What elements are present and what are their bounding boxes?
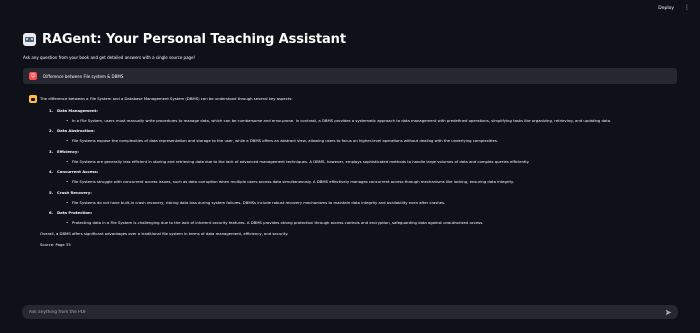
answer-section: 1.Data Management: In a File System, use…	[49, 108, 672, 123]
answer-section: 5.Crash Recovery: File Systems do not ha…	[49, 190, 672, 205]
deploy-button[interactable]: Deploy	[658, 6, 674, 11]
answer-section: 6.Data Protection: Protecting data in a …	[49, 210, 672, 225]
section-body: Protecting data in a File System is chal…	[66, 220, 672, 225]
main-menu-icon[interactable]: ⋮	[684, 5, 690, 11]
section-number: 3.	[49, 148, 54, 154]
section-title: 6. Data Protection:	[49, 210, 672, 215]
answer-section: 4.Concurrent Access: File Systems strugg…	[49, 169, 672, 184]
app-root: Deploy ⋮ RAGent: Your Personal Teaching …	[0, 0, 700, 333]
section-title: 1. Data Management:	[49, 108, 672, 113]
section-number: 4.	[49, 169, 54, 174]
section-title-text: Crash Recovery:	[57, 189, 92, 195]
section-number: 6.	[49, 210, 54, 215]
section-number: 1.	[49, 107, 54, 113]
answer-section: 3.Efficiency: File Systems are generally…	[49, 149, 672, 164]
answer-intro: The difference between a File System and…	[40, 96, 293, 101]
page-subtitle: Ask any question from your book and get …	[23, 55, 196, 60]
section-body: File Systems expose the complexities of …	[66, 138, 672, 143]
section-body: File Systems are generally less efficien…	[66, 159, 672, 164]
user-message-text: Difference between File system & DBMS	[43, 73, 124, 79]
page-title: RAGent: Your Personal Teaching Assistant	[42, 32, 346, 47]
user-message: ☺ Difference between File system & DBMS	[23, 68, 677, 84]
assistant-avatar-icon	[29, 95, 37, 103]
section-number: 5.	[49, 189, 54, 195]
section-title: 5. Crash Recovery:	[49, 190, 672, 195]
section-title-text: Data Protection:	[57, 210, 93, 215]
section-body: In a File System, users must manually wr…	[66, 118, 672, 123]
send-icon[interactable]	[665, 309, 672, 316]
section-title-text: Concurrent Access:	[57, 169, 99, 174]
answer-section: 2.Data Abstraction: File Systems expose …	[49, 128, 672, 143]
chat-input[interactable]	[29, 309, 665, 315]
chat-input-bar	[22, 305, 678, 319]
section-title: 4. Concurrent Access:	[49, 169, 672, 174]
robot-icon	[23, 33, 36, 46]
user-avatar-icon: ☺	[29, 72, 37, 80]
page-header: RAGent: Your Personal Teaching Assistant	[23, 32, 346, 47]
section-number: 2.	[49, 128, 54, 133]
section-title-text: Data Abstraction:	[57, 128, 95, 133]
section-title: 2. Data Abstraction:	[49, 128, 672, 133]
section-body: File Systems do not have built-in crash …	[66, 200, 672, 205]
section-title: 3. Efficiency:	[49, 149, 672, 154]
section-title-text: Efficiency:	[57, 148, 79, 154]
section-body: File Systems struggle with concurrent ac…	[66, 179, 672, 184]
section-title-text: Data Management:	[57, 107, 98, 113]
answer-conclusion: Overall, a DBMS offers significant advan…	[40, 230, 289, 236]
assistant-answer: The difference between a File System and…	[40, 96, 672, 247]
answer-source: Source: Page 35	[40, 241, 71, 247]
top-bar: Deploy ⋮	[0, 0, 700, 16]
